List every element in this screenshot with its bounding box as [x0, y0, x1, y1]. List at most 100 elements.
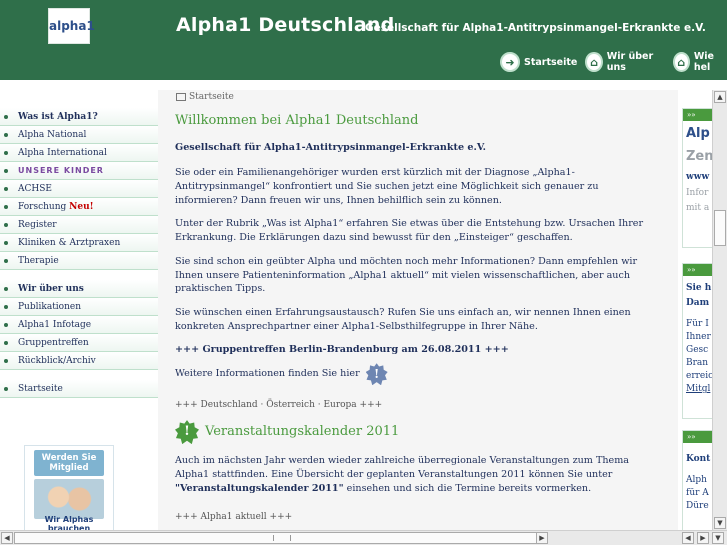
- sidebar-item-label: Forschung: [18, 201, 67, 212]
- scroll-down-icon[interactable]: ▼: [714, 517, 726, 529]
- sidebar-item-label: Alpha National: [18, 129, 87, 140]
- highlight-news: +++ Gruppentreffen Berlin-Brandenburg am…: [175, 344, 509, 356]
- sidebar-item-unsere-kinder[interactable]: UNSERE KINDER: [0, 162, 158, 180]
- sidebar-item-alpha-national[interactable]: Alpha National: [0, 126, 158, 144]
- scroll-right-icon[interactable]: ▶: [536, 532, 548, 544]
- aktuell-line: +++ Alpha1 aktuell +++: [175, 512, 293, 523]
- bullet-icon: [4, 168, 8, 173]
- bullet-icon: [4, 150, 8, 155]
- sidebar-item-was-ist-alpha1[interactable]: Was ist Alpha1?: [0, 108, 158, 126]
- horizontal-scrollbar[interactable]: ◀ ▶ ◀ ▶ ▼: [0, 530, 727, 545]
- nav-startseite[interactable]: ➜ Startseite: [500, 52, 577, 72]
- was-ist-paragraph: Unter der Rubrik „Was ist Alpha1“ erfahr…: [175, 218, 644, 244]
- sidebar-item-label: Kliniken & Arztpraxen: [18, 237, 121, 248]
- intro-paragraph: Sie oder ein Familienangehöriger wurden …: [175, 167, 599, 206]
- more-info-text: Weitere Informationen finden Sie hier: [175, 368, 360, 380]
- site-title: Alpha1 Deutschland: [176, 14, 395, 36]
- home-icon: ⌂: [672, 52, 690, 72]
- erfahrung-paragraph: Sie wünschen einen Erfahrungsaustausch? …: [175, 307, 631, 332]
- bullet-icon: [4, 132, 8, 137]
- breadcrumb-label: Startseite: [189, 92, 234, 102]
- top-navigation: ➜ Startseite ⌂ Wir über uns ⌂ Wie hel: [500, 50, 727, 74]
- sidebar-item-wir-ueber-uns[interactable]: Wir über uns: [0, 280, 158, 298]
- sidebar-item-label: Wir über uns: [18, 283, 84, 294]
- nav-label: Wir über uns: [606, 51, 654, 73]
- vertical-scrollbar[interactable]: ▲ ▼: [712, 90, 727, 530]
- bullet-icon: [4, 304, 8, 309]
- site-header: alpha1 Alpha1 Deutschland Gesellschaft f…: [0, 0, 727, 80]
- sidebar-item-label: Was ist Alpha1?: [18, 111, 98, 122]
- sidebar-item-label: Alpha International: [18, 147, 107, 158]
- sidebar-item-register[interactable]: Register: [0, 216, 158, 234]
- scroll-left-icon[interactable]: ◀: [1, 532, 13, 544]
- sidebar-item-label: UNSERE KINDER: [18, 166, 104, 175]
- bullet-icon: [4, 114, 8, 119]
- scroll-thumb[interactable]: [714, 210, 726, 246]
- ad-headline: Werden Sie Mitglied: [34, 450, 104, 477]
- bullet-icon: [4, 386, 8, 391]
- membership-ad[interactable]: Werden Sie Mitglied Wir Alphas brauchen: [24, 445, 114, 535]
- article: Willkommen bei Alpha1 Deutschland Gesell…: [175, 112, 645, 530]
- nav-wie-helfen[interactable]: ⌂ Wie hel: [672, 51, 727, 73]
- sidebar-item-label: ACHSE: [18, 183, 52, 194]
- sidebar-item-forschung[interactable]: Forschung Neu!: [0, 198, 158, 216]
- calendar-title: Veranstaltungskalender 2011: [205, 423, 400, 439]
- nav-label: Wie hel: [693, 51, 714, 73]
- sidebar-item-alpha-international[interactable]: Alpha International: [0, 144, 158, 162]
- left-sidebar: Was ist Alpha1? Alpha National Alpha Int…: [0, 108, 158, 535]
- bullet-icon: [4, 186, 8, 191]
- aktuell-paragraph: Sie sind schon ein geübter Alpha und möc…: [175, 255, 638, 295]
- menu-divider: [0, 370, 158, 380]
- sidebar-item-therapie[interactable]: Therapie: [0, 252, 158, 270]
- sidebar-item-label: Publikationen: [18, 301, 82, 312]
- sidebar-item-kliniken[interactable]: Kliniken & Arztpraxen: [0, 234, 158, 252]
- page: alpha1 Alpha1 Deutschland Gesellschaft f…: [0, 0, 727, 545]
- sidebar-item-label: Therapie: [18, 255, 59, 266]
- sidebar-item-achse[interactable]: ACHSE: [0, 180, 158, 198]
- sidebar-item-label: Rückblick/Archiv: [18, 355, 96, 366]
- ad-photo: [34, 479, 104, 520]
- window-icon: [176, 93, 186, 101]
- calendar-heading: ! Veranstaltungskalender 2011: [175, 420, 645, 445]
- sidebar-item-gruppentreffen[interactable]: Gruppentreffen: [0, 334, 158, 352]
- bullet-icon: [4, 286, 8, 291]
- sidebar-item-startseite[interactable]: Startseite: [0, 380, 158, 398]
- bullet-icon: [4, 358, 8, 363]
- main-content: Startseite Willkommen bei Alpha1 Deutsch…: [158, 90, 678, 530]
- bullet-icon: [4, 258, 8, 263]
- page-title: Willkommen bei Alpha1 Deutschland: [175, 113, 419, 128]
- sidebar-item-label: Startseite: [18, 383, 63, 394]
- calendar-text: einsehen und sich die Termine bereits vo…: [343, 482, 592, 494]
- scroll-left-icon[interactable]: ◀: [682, 532, 694, 544]
- calendar-text: Auch im nächsten Jahr werden wieder zahl…: [175, 455, 630, 480]
- site-subtitle: Gesellschaft für Alpha1-Antitrypsinmange…: [365, 22, 706, 34]
- sidebar-item-label: Register: [18, 219, 57, 230]
- grip-icon: [273, 535, 291, 541]
- scroll-thumb[interactable]: [14, 532, 548, 544]
- sidebar-item-publikationen[interactable]: Publikationen: [0, 298, 158, 316]
- scroll-down-icon[interactable]: ▼: [712, 532, 724, 544]
- bullet-icon: [4, 340, 8, 345]
- info-badge-icon[interactable]: !: [365, 363, 388, 386]
- calendar-paragraph: Auch im nächsten Jahr werden wieder zahl…: [175, 454, 645, 495]
- home-icon: ⌂: [585, 52, 603, 72]
- logo[interactable]: alpha1: [48, 8, 95, 44]
- sidebar-item-infotage[interactable]: Alpha1 Infotage: [0, 316, 158, 334]
- nav-label: Startseite: [524, 56, 578, 68]
- breadcrumb[interactable]: Startseite: [176, 92, 234, 102]
- bullet-icon: [4, 240, 8, 245]
- bullet-icon: [4, 322, 8, 327]
- menu-divider: [0, 270, 158, 280]
- sidebar-item-label: Alpha1 Infotage: [18, 319, 92, 330]
- sidebar-item-rueckblick[interactable]: Rückblick/Archiv: [0, 352, 158, 370]
- calendar-link[interactable]: "Veranstaltungskalender 2011": [175, 483, 344, 494]
- sidebar-item-label: Gruppentreffen: [18, 337, 89, 348]
- nav-wir-ueber-uns[interactable]: ⌂ Wir über uns: [585, 51, 664, 73]
- arrow-right-icon: ➜: [500, 52, 520, 72]
- scroll-up-icon[interactable]: ▲: [714, 91, 726, 103]
- page-subhead: Gesellschaft für Alpha1-Antitrypsinmange…: [175, 141, 486, 153]
- regions-line: +++ Deutschland · Österreich · Europa ++…: [175, 400, 383, 411]
- bullet-icon: [4, 222, 8, 227]
- new-badge: Neu!: [69, 201, 94, 212]
- scroll-right-icon[interactable]: ▶: [697, 532, 709, 544]
